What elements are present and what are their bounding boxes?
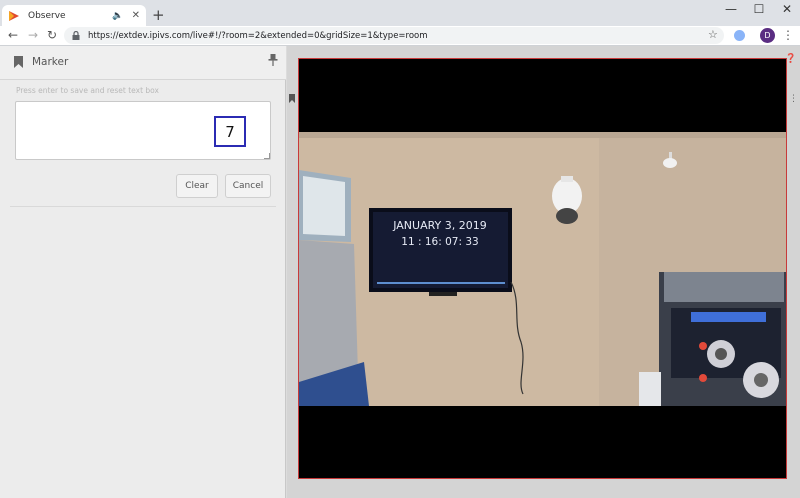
maximize-button[interactable]: ☐ [744,2,774,16]
camera-feed-image: JANUARY 3, 2019 11 : 16: 07: 33 [299,132,786,406]
bookmark-icon [289,94,295,103]
tab-strip: Observe 🔈 ✕ + — ☐ ✕ [0,0,800,26]
observe-play-icon [9,10,19,21]
panel-title: Marker [32,56,69,68]
marker-panel: Marker Press enter to save and reset tex… [0,46,286,498]
profile-avatar[interactable]: D [760,28,775,43]
address-bar[interactable]: https://extdev.ipivs.com/live#!/?room=2&… [64,27,724,44]
pin-icon[interactable] [268,54,278,66]
extension-icon[interactable] [734,30,745,41]
new-tab-button[interactable]: + [152,6,165,24]
tab-title: Observe [28,10,66,21]
tv-date-text: JANUARY 3, 2019 [392,219,487,232]
bookmark-star-icon[interactable]: ☆ [708,28,718,41]
camera-video-player[interactable]: JANUARY 3, 2019 11 : 16: 07: 33 [298,58,787,479]
marker-header: Marker [0,46,286,80]
browser-menu-icon[interactable]: ⋮ [782,28,794,42]
character-counter-badge: 7 [214,116,246,147]
lock-icon [72,31,80,40]
divider [10,206,276,207]
cancel-button[interactable]: Cancel [225,174,271,198]
browser-window: Observe 🔈 ✕ + — ☐ ✕ ← → ↻ https://extdev… [0,0,800,498]
browser-toolbar: ← → ↻ https://extdev.ipivs.com/live#!/?r… [0,26,800,46]
tab-close-icon[interactable]: ✕ [132,10,140,21]
bookmark-icon [14,56,23,68]
clear-button[interactable]: Clear [176,174,218,198]
minimize-button[interactable]: — [716,2,746,16]
input-hint: Press enter to save and reset text box [16,86,159,95]
tab-observe[interactable]: Observe 🔈 ✕ [2,5,146,26]
reload-icon[interactable]: ↻ [47,28,57,42]
url-text: https://extdev.ipivs.com/live#!/?room=2&… [88,30,428,41]
back-arrow-icon[interactable]: ← [8,28,18,42]
more-menu-icon[interactable]: ⋮ [789,94,798,104]
speaker-icon[interactable]: 🔈 [112,11,123,21]
tv-time-text: 11 : 16: 07: 33 [401,236,478,248]
close-window-button[interactable]: ✕ [772,2,800,16]
page-content: ❓ ⋮ Marker Press enter to save and reset… [0,46,800,498]
forward-arrow-icon[interactable]: → [28,28,38,42]
